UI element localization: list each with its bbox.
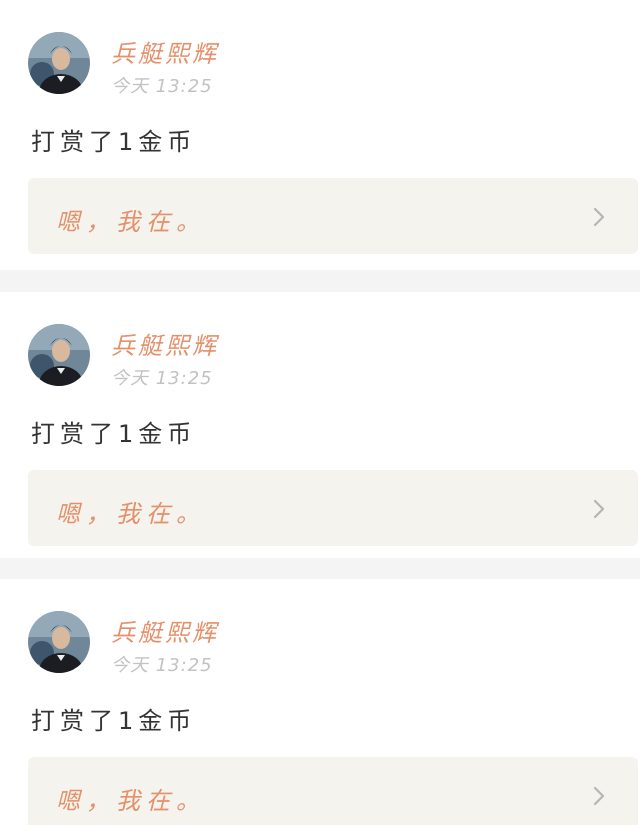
- reward-feed: 兵艇熙辉 今天 13:25 打赏了1金币 嗯，我在。 兵艇熙辉 今天 13:25…: [0, 0, 640, 825]
- avatar-photo-icon: [28, 32, 90, 94]
- chevron-right-icon: [593, 786, 605, 806]
- quoted-post-text: 嗯，我在。: [56, 787, 206, 815]
- reward-action-text: 打赏了1金币: [31, 420, 197, 448]
- chevron-right-icon: [593, 207, 605, 227]
- quoted-post-text: 嗯，我在。: [56, 208, 206, 236]
- reward-action-text: 打赏了1金币: [31, 707, 197, 735]
- reward-action-text: 打赏了1金币: [31, 128, 197, 156]
- user-name[interactable]: 兵艇熙辉: [111, 613, 219, 648]
- user-name[interactable]: 兵艇熙辉: [111, 34, 219, 69]
- chevron-right-icon: [593, 499, 605, 519]
- avatar-photo-icon: [28, 324, 90, 386]
- user-name[interactable]: 兵艇熙辉: [111, 326, 219, 361]
- quoted-post-link[interactable]: 嗯，我在。: [28, 178, 638, 254]
- quoted-post-link[interactable]: 嗯，我在。: [28, 470, 638, 546]
- user-avatar[interactable]: [28, 611, 90, 673]
- avatar-photo-icon: [28, 611, 90, 673]
- quoted-post-text: 嗯，我在。: [56, 500, 206, 528]
- post-time: 今天 13:25: [111, 655, 213, 676]
- quoted-post-link[interactable]: 嗯，我在。: [28, 757, 638, 825]
- reward-card: 兵艇熙辉 今天 13:25 打赏了1金币 嗯，我在。: [0, 579, 640, 825]
- post-time: 今天 13:25: [111, 368, 213, 389]
- user-avatar[interactable]: [28, 32, 90, 94]
- reward-card: 兵艇熙辉 今天 13:25 打赏了1金币 嗯，我在。: [0, 0, 640, 270]
- user-avatar[interactable]: [28, 324, 90, 386]
- post-time: 今天 13:25: [111, 76, 213, 97]
- reward-card: 兵艇熙辉 今天 13:25 打赏了1金币 嗯，我在。: [0, 292, 640, 558]
